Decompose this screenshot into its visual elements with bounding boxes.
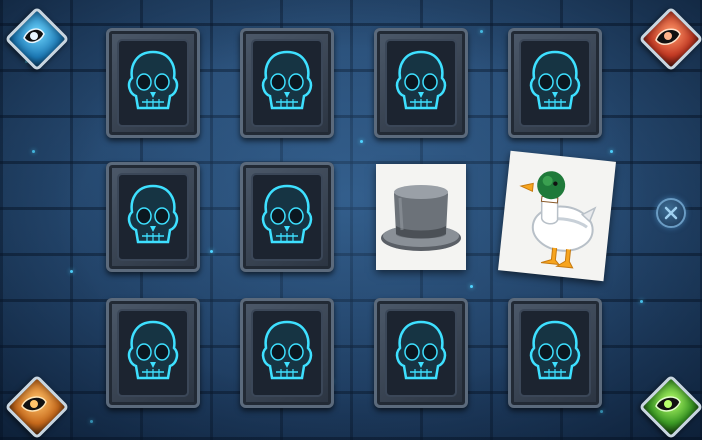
skull-icon <box>385 309 457 397</box>
eye-icon <box>21 396 47 412</box>
corner-powerup-red[interactable] <box>638 6 702 72</box>
skull-icon <box>251 173 323 261</box>
card-face-down[interactable] <box>240 28 334 138</box>
glow-dot <box>600 410 603 413</box>
card-face-down[interactable] <box>106 28 200 138</box>
card-face-down[interactable] <box>106 162 200 272</box>
glow-dot <box>610 150 613 153</box>
skull-icon <box>519 39 591 127</box>
glow-dot <box>90 420 93 423</box>
card-face-down[interactable] <box>240 298 334 408</box>
card-face-up-top-hat[interactable] <box>376 164 466 270</box>
top-hat-icon <box>381 185 461 251</box>
glow-dot <box>640 300 643 303</box>
eye-icon <box>655 396 681 412</box>
close-button[interactable] <box>656 198 686 228</box>
card-face-down[interactable] <box>106 298 200 408</box>
skull-icon <box>117 309 189 397</box>
skull-icon <box>385 39 457 127</box>
skull-icon <box>117 39 189 127</box>
skull-icon <box>251 309 323 397</box>
card-face-down[interactable] <box>240 162 334 272</box>
card-face-down[interactable] <box>374 298 468 408</box>
glow-dot <box>480 30 483 33</box>
close-icon <box>664 206 678 220</box>
card-face-down[interactable] <box>508 298 602 408</box>
glow-dot <box>470 285 473 288</box>
corner-powerup-green[interactable] <box>638 374 702 440</box>
glow-dot <box>210 250 213 253</box>
card-face-down[interactable] <box>508 28 602 138</box>
glow-dot <box>70 270 73 273</box>
card-face-down[interactable] <box>374 28 468 138</box>
duck-icon <box>519 171 597 269</box>
corner-powerup-blue[interactable] <box>4 6 70 72</box>
eye-icon <box>23 28 45 44</box>
eye-icon <box>655 28 681 45</box>
glow-dot <box>360 140 363 143</box>
corner-powerup-orange[interactable] <box>4 374 70 440</box>
skull-icon <box>519 309 591 397</box>
skull-icon <box>117 173 189 261</box>
glow-dot <box>32 150 35 153</box>
card-face-up-duck[interactable] <box>498 150 616 282</box>
skull-icon <box>251 39 323 127</box>
